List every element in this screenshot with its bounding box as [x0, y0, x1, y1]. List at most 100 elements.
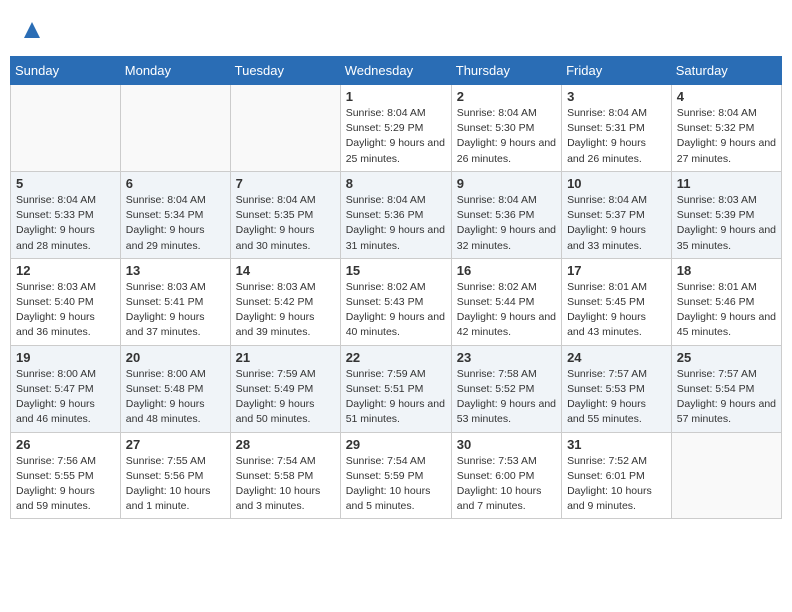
calendar-day-cell: 28 Sunrise: 7:54 AM Sunset: 5:58 PM Dayli…	[230, 432, 340, 519]
calendar-day-cell: 4 Sunrise: 8:04 AM Sunset: 5:32 PM Daylig…	[671, 85, 781, 172]
day-of-week-header: Friday	[562, 57, 672, 85]
day-number: 5	[16, 176, 115, 191]
calendar-header-row: SundayMondayTuesdayWednesdayThursdayFrid…	[11, 57, 782, 85]
day-info: Sunrise: 8:04 AM Sunset: 5:36 PM Dayligh…	[457, 193, 556, 254]
day-info: Sunrise: 8:01 AM Sunset: 5:46 PM Dayligh…	[677, 280, 776, 341]
day-of-week-header: Saturday	[671, 57, 781, 85]
day-info: Sunrise: 8:04 AM Sunset: 5:29 PM Dayligh…	[346, 106, 446, 167]
calendar-day-cell: 9 Sunrise: 8:04 AM Sunset: 5:36 PM Daylig…	[451, 171, 561, 258]
day-number: 19	[16, 350, 115, 365]
calendar-day-cell: 30 Sunrise: 7:53 AM Sunset: 6:00 PM Dayli…	[451, 432, 561, 519]
day-number: 15	[346, 263, 446, 278]
day-of-week-header: Thursday	[451, 57, 561, 85]
calendar-day-cell: 13 Sunrise: 8:03 AM Sunset: 5:41 PM Dayli…	[120, 258, 230, 345]
day-info: Sunrise: 7:56 AM Sunset: 5:55 PM Dayligh…	[16, 454, 115, 515]
day-info: Sunrise: 8:00 AM Sunset: 5:47 PM Dayligh…	[16, 367, 115, 428]
day-info: Sunrise: 8:04 AM Sunset: 5:33 PM Dayligh…	[16, 193, 115, 254]
calendar-week-row: 5 Sunrise: 8:04 AM Sunset: 5:33 PM Daylig…	[11, 171, 782, 258]
calendar-week-row: 26Sunrise: 7:56 AM Sunset: 5:55 PM Dayli…	[11, 432, 782, 519]
day-number: 10	[567, 176, 666, 191]
day-of-week-header: Tuesday	[230, 57, 340, 85]
day-number: 3	[567, 89, 666, 104]
day-info: Sunrise: 8:04 AM Sunset: 5:30 PM Dayligh…	[457, 106, 556, 167]
day-number: 17	[567, 263, 666, 278]
day-number: 13	[126, 263, 225, 278]
day-info: Sunrise: 7:52 AM Sunset: 6:01 PM Dayligh…	[567, 454, 666, 515]
calendar-day-cell	[230, 85, 340, 172]
day-info: Sunrise: 8:04 AM Sunset: 5:34 PM Dayligh…	[126, 193, 225, 254]
day-number: 25	[677, 350, 776, 365]
calendar-day-cell: 8Sunrise: 8:04 AM Sunset: 5:36 PM Daylig…	[340, 171, 451, 258]
calendar-day-cell: 16 Sunrise: 8:02 AM Sunset: 5:44 PM Dayli…	[451, 258, 561, 345]
day-info: Sunrise: 7:53 AM Sunset: 6:00 PM Dayligh…	[457, 454, 556, 515]
calendar-day-cell: 18 Sunrise: 8:01 AM Sunset: 5:46 PM Dayli…	[671, 258, 781, 345]
calendar-day-cell: 11 Sunrise: 8:03 AM Sunset: 5:39 PM Dayli…	[671, 171, 781, 258]
day-of-week-header: Monday	[120, 57, 230, 85]
calendar-day-cell: 1 Sunrise: 8:04 AM Sunset: 5:29 PM Daylig…	[340, 85, 451, 172]
calendar-day-cell: 12Sunrise: 8:03 AM Sunset: 5:40 PM Dayli…	[11, 258, 121, 345]
calendar-day-cell	[11, 85, 121, 172]
logo	[20, 20, 42, 46]
day-info: Sunrise: 8:01 AM Sunset: 5:45 PM Dayligh…	[567, 280, 666, 341]
day-of-week-header: Wednesday	[340, 57, 451, 85]
day-info: Sunrise: 8:00 AM Sunset: 5:48 PM Dayligh…	[126, 367, 225, 428]
day-info: Sunrise: 7:55 AM Sunset: 5:56 PM Dayligh…	[126, 454, 225, 515]
day-number: 4	[677, 89, 776, 104]
day-info: Sunrise: 8:03 AM Sunset: 5:39 PM Dayligh…	[677, 193, 776, 254]
calendar-day-cell: 14 Sunrise: 8:03 AM Sunset: 5:42 PM Dayli…	[230, 258, 340, 345]
calendar-day-cell: 19 Sunrise: 8:00 AM Sunset: 5:47 PM Dayli…	[11, 345, 121, 432]
day-info: Sunrise: 8:02 AM Sunset: 5:43 PM Dayligh…	[346, 280, 446, 341]
day-info: Sunrise: 7:58 AM Sunset: 5:52 PM Dayligh…	[457, 367, 556, 428]
day-info: Sunrise: 8:04 AM Sunset: 5:37 PM Dayligh…	[567, 193, 666, 254]
day-info: Sunrise: 7:59 AM Sunset: 5:49 PM Dayligh…	[236, 367, 335, 428]
day-number: 14	[236, 263, 335, 278]
day-number: 28	[236, 437, 335, 452]
calendar-week-row: 12Sunrise: 8:03 AM Sunset: 5:40 PM Dayli…	[11, 258, 782, 345]
day-info: Sunrise: 8:03 AM Sunset: 5:42 PM Dayligh…	[236, 280, 335, 341]
day-info: Sunrise: 7:57 AM Sunset: 5:54 PM Dayligh…	[677, 367, 776, 428]
calendar-day-cell: 23Sunrise: 7:58 AM Sunset: 5:52 PM Dayli…	[451, 345, 561, 432]
day-number: 18	[677, 263, 776, 278]
day-info: Sunrise: 8:04 AM Sunset: 5:35 PM Dayligh…	[236, 193, 335, 254]
day-number: 27	[126, 437, 225, 452]
day-number: 30	[457, 437, 556, 452]
page-header	[10, 10, 782, 51]
calendar-day-cell: 24Sunrise: 7:57 AM Sunset: 5:53 PM Dayli…	[562, 345, 672, 432]
day-number: 21	[236, 350, 335, 365]
calendar-day-cell: 7Sunrise: 8:04 AM Sunset: 5:35 PM Daylig…	[230, 171, 340, 258]
calendar-day-cell: 21 Sunrise: 7:59 AM Sunset: 5:49 PM Dayli…	[230, 345, 340, 432]
day-of-week-header: Sunday	[11, 57, 121, 85]
day-number: 2	[457, 89, 556, 104]
calendar-day-cell	[120, 85, 230, 172]
calendar-day-cell: 15 Sunrise: 8:02 AM Sunset: 5:43 PM Dayli…	[340, 258, 451, 345]
day-number: 6	[126, 176, 225, 191]
day-number: 16	[457, 263, 556, 278]
day-number: 1	[346, 89, 446, 104]
calendar-day-cell: 20 Sunrise: 8:00 AM Sunset: 5:48 PM Dayli…	[120, 345, 230, 432]
day-info: Sunrise: 8:04 AM Sunset: 5:36 PM Dayligh…	[346, 193, 446, 254]
calendar-day-cell: 17 Sunrise: 8:01 AM Sunset: 5:45 PM Dayli…	[562, 258, 672, 345]
calendar-week-row: 1 Sunrise: 8:04 AM Sunset: 5:29 PM Daylig…	[11, 85, 782, 172]
day-info: Sunrise: 7:54 AM Sunset: 5:58 PM Dayligh…	[236, 454, 335, 515]
calendar-day-cell: 27 Sunrise: 7:55 AM Sunset: 5:56 PM Dayli…	[120, 432, 230, 519]
calendar-day-cell: 25 Sunrise: 7:57 AM Sunset: 5:54 PM Dayli…	[671, 345, 781, 432]
calendar-day-cell	[671, 432, 781, 519]
day-info: Sunrise: 8:03 AM Sunset: 5:41 PM Dayligh…	[126, 280, 225, 341]
day-number: 9	[457, 176, 556, 191]
day-info: Sunrise: 8:04 AM Sunset: 5:31 PM Dayligh…	[567, 106, 666, 167]
day-info: Sunrise: 8:02 AM Sunset: 5:44 PM Dayligh…	[457, 280, 556, 341]
day-number: 20	[126, 350, 225, 365]
calendar-day-cell: 3 Sunrise: 8:04 AM Sunset: 5:31 PM Daylig…	[562, 85, 672, 172]
calendar-day-cell: 31 Sunrise: 7:52 AM Sunset: 6:01 PM Dayli…	[562, 432, 672, 519]
day-info: Sunrise: 7:59 AM Sunset: 5:51 PM Dayligh…	[346, 367, 446, 428]
calendar-day-cell: 26Sunrise: 7:56 AM Sunset: 5:55 PM Dayli…	[11, 432, 121, 519]
calendar-day-cell: 10 Sunrise: 8:04 AM Sunset: 5:37 PM Dayli…	[562, 171, 672, 258]
day-number: 22	[346, 350, 446, 365]
logo-icon	[22, 20, 42, 40]
calendar-day-cell: 29Sunrise: 7:54 AM Sunset: 5:59 PM Dayli…	[340, 432, 451, 519]
day-number: 11	[677, 176, 776, 191]
day-info: Sunrise: 8:04 AM Sunset: 5:32 PM Dayligh…	[677, 106, 776, 167]
calendar-day-cell: 2 Sunrise: 8:04 AM Sunset: 5:30 PM Daylig…	[451, 85, 561, 172]
day-number: 31	[567, 437, 666, 452]
calendar-day-cell: 5 Sunrise: 8:04 AM Sunset: 5:33 PM Daylig…	[11, 171, 121, 258]
